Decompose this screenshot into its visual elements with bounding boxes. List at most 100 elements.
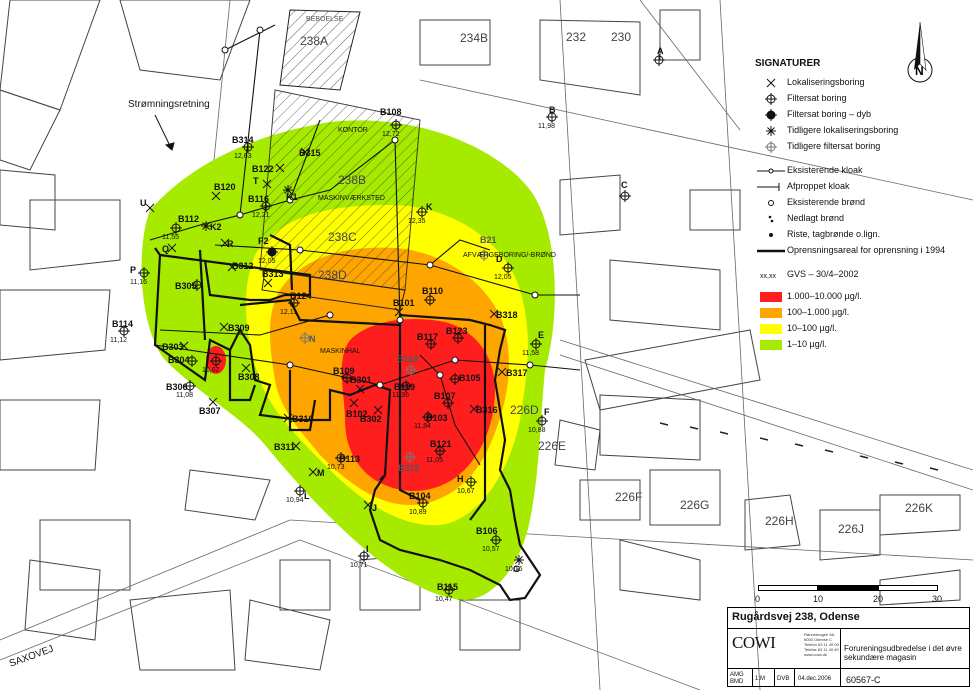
- legend-label: Filtersat boring: [787, 93, 847, 103]
- boring-id-b110: B110: [422, 286, 444, 296]
- boring-id-b306: B306: [166, 382, 188, 392]
- boring-level-b119: 11,36: [392, 392, 409, 399]
- scale-seg-2: [818, 585, 878, 591]
- boring-id-t: T: [253, 176, 259, 186]
- boring-id-b: B: [549, 105, 556, 115]
- scale-bar: 0 10 20 30: [755, 585, 942, 605]
- legend-label: Oprensningsareal for oprensning i 1994: [787, 245, 946, 255]
- company-logo: COWI: [732, 633, 776, 652]
- legend-symbol: [755, 197, 787, 209]
- boring-level-b306: 11,08: [176, 392, 193, 399]
- legend-label: Eksisterende kloak: [787, 165, 863, 175]
- boring-id-l: L: [304, 491, 310, 501]
- boring-id-e: E: [538, 330, 545, 340]
- sewer-line-icon: [757, 168, 785, 174]
- boring-id-c: C: [621, 180, 628, 190]
- title-block: Rugårdsvej 238, Odense COWI Rønnekrogen …: [727, 607, 970, 687]
- building-label-226d: 226D: [510, 403, 539, 417]
- boring-level-b106: 10,57: [482, 546, 500, 553]
- scale-tick-20: 20: [873, 594, 884, 604]
- boring-id-f: F: [544, 407, 550, 417]
- gray-circle-plus-icon: [765, 141, 777, 153]
- legend-item: Eksisterende brønd: [755, 197, 970, 213]
- legend-symbol: [755, 181, 787, 193]
- boring-id-f2: F2: [258, 236, 269, 246]
- legend-item: Filtersat boring – dyb: [755, 109, 970, 125]
- company-address: Rønnekrogen 5A 5000 Odense C Telefon 63 …: [804, 632, 839, 657]
- color-swatch: [760, 340, 782, 350]
- boring-id-b315: B315: [299, 148, 321, 158]
- legend-label: Lokaliseringsboring: [787, 77, 865, 87]
- boring-level-b121: 11,05: [426, 457, 443, 464]
- boring-level-f2: 12,05: [258, 258, 276, 265]
- building-label-232: 232: [566, 30, 587, 44]
- legend-concentration-item: 1–10 µg/l.: [755, 339, 970, 355]
- boring-id-b118: B118: [397, 354, 419, 364]
- boring-id-b303: B303: [162, 342, 184, 352]
- label-kontor: KONTOR: [338, 127, 368, 134]
- circle-plus-icon: [765, 93, 777, 105]
- gvs-icon: xx,xx: [760, 273, 776, 280]
- legend: SIGNATURER Lokaliseringsboring Filtersat …: [755, 58, 970, 355]
- boring-id-b114: B114: [112, 319, 134, 329]
- boring-level-b112: 11,55: [162, 234, 179, 241]
- boring-id-h: H: [457, 474, 464, 484]
- x-cross-icon: [766, 78, 776, 88]
- legend-label: Filtersat boring – dyb: [787, 109, 872, 119]
- thick-line-icon: [757, 249, 785, 253]
- legend-item: Eksisterende kloak: [755, 165, 970, 181]
- scale-value: 1:M: [755, 676, 766, 682]
- boring-level-i: 10,71: [350, 562, 368, 569]
- legend-label: Tidligere filtersat boring: [787, 141, 881, 151]
- legend-symbol: [755, 141, 787, 153]
- legend-title: SIGNATURER: [755, 58, 821, 69]
- svg-text:xx,xx: xx,xx: [760, 273, 776, 280]
- drawn-by: DVB: [777, 676, 790, 682]
- legend-item: Lokaliseringsboring: [755, 77, 970, 93]
- boring-level-b114: 11,12: [110, 337, 127, 344]
- boring-level-b113: 10,73: [327, 464, 345, 471]
- boring-id-b312: B312: [232, 261, 254, 271]
- boring-id-k: K: [426, 202, 433, 212]
- boring-id-b101: B101: [393, 298, 415, 308]
- boring-level-b124: 12,11: [280, 309, 297, 316]
- curb-dashes: [659, 422, 939, 471]
- boring-id-b122: B122: [252, 164, 274, 174]
- building-label-238c: 238C: [328, 230, 357, 244]
- boring-id-b113: B113: [339, 454, 361, 464]
- legend-symbol: [755, 165, 787, 177]
- boring-level-b116: 12,21: [252, 212, 270, 219]
- boring-id-b124: B124: [290, 291, 312, 301]
- legend-concentration-item: 1.000–10.000 µg/l.: [755, 291, 970, 307]
- boring-id-b311: B311: [274, 442, 296, 452]
- building-label-226k: 226K: [905, 501, 934, 515]
- boring-id-p: P: [130, 265, 137, 275]
- scale-tick-0: 0: [755, 594, 761, 604]
- boring-id-b316: B316: [476, 405, 498, 415]
- building-label-238d: 238D: [318, 268, 347, 282]
- boring-id-j: J: [372, 503, 378, 513]
- boring-id-b302: B302: [360, 414, 382, 424]
- legend-label: Eksisterende brønd: [787, 197, 866, 207]
- legend-label: Afproppet kloak: [787, 181, 850, 191]
- boring-level-b: 11,98: [538, 123, 555, 130]
- label-maskinvaerksted: MASKINVÆRKSTED: [318, 195, 385, 202]
- legend-concentration: 1.000–10.000 µg/l. 100–1.000 µg/l. 10–100 …: [755, 291, 970, 355]
- scale-tick-30: 30: [932, 594, 943, 604]
- building-label-238a: 238A: [300, 34, 329, 48]
- legend-label: GVS – 30/4–2002: [787, 269, 859, 279]
- boring-level-b115: 10,47: [435, 596, 453, 603]
- boring-level-b-small: 10,62: [202, 367, 220, 374]
- scale-seg-3: [878, 585, 938, 591]
- legend-symbol: [755, 77, 787, 89]
- boring-level-b103: 11,84: [414, 423, 431, 430]
- boring-level-e: 11,58: [522, 350, 539, 357]
- color-swatch: [760, 324, 782, 334]
- boring-level-b314: 12,63: [234, 153, 252, 160]
- initials-2: BMD: [730, 679, 744, 685]
- boring-id-k2: K2: [210, 222, 222, 232]
- boring-id-b107: B107: [434, 391, 456, 401]
- boring-level-f: 10,88: [528, 427, 546, 434]
- boring-id-b119: B119: [394, 382, 416, 392]
- boring-id-r: R: [227, 239, 234, 249]
